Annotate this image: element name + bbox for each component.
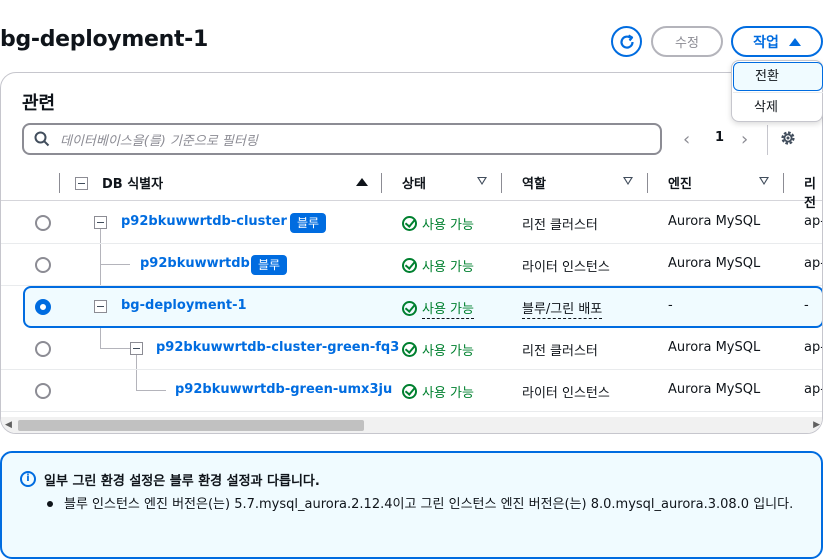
panel-title: 관련 bbox=[22, 93, 56, 114]
check-circle-icon bbox=[402, 216, 417, 231]
alert-title: 일부 그린 환경 설정은 블루 환경 설정과 다릅니다. bbox=[44, 474, 320, 489]
status-available: 사용 가능 bbox=[402, 298, 474, 319]
filter-icon[interactable] bbox=[623, 177, 633, 185]
table-row[interactable]: p92bkuwwrtdb-green-umx3ju 사용 가능 라이터 인스턴스… bbox=[1, 370, 823, 412]
role-cell: 리전 클러스터 bbox=[522, 344, 598, 359]
filter-placeholder: 데이터베이스을(를) 기준으로 필터링 bbox=[60, 133, 258, 149]
role-cell: 라이터 인스턴스 bbox=[522, 260, 610, 275]
scroll-left-arrow-icon[interactable]: ◀ bbox=[5, 420, 12, 430]
engine-cell: Aurora MySQL bbox=[668, 340, 761, 355]
role-cell: 리전 클러스터 bbox=[522, 218, 598, 233]
scroll-right-arrow-icon[interactable]: ▶ bbox=[813, 420, 820, 430]
collapse-icon[interactable] bbox=[94, 300, 107, 313]
search-icon bbox=[34, 131, 50, 147]
engine-cell: Aurora MySQL bbox=[668, 256, 761, 271]
filter-icon[interactable] bbox=[759, 177, 769, 185]
related-panel: 관련 데이터베이스을(를) 기준으로 필터링 ‹ 1 › DB 식별자 상태 역… bbox=[0, 72, 823, 434]
region-cell: ap- bbox=[804, 340, 823, 355]
table-row[interactable]: p92bkuwwrtdb-cluster-green-fq3 사용 가능 리전 … bbox=[1, 328, 823, 370]
status-available: 사용 가능 bbox=[402, 214, 474, 233]
refresh-icon bbox=[619, 34, 634, 49]
db-id-link[interactable]: p92bkuwwrtdb-green-umx3ju bbox=[175, 382, 392, 397]
role-cell: 블루/그린 배포 bbox=[522, 302, 603, 319]
blue-badge: 블루 bbox=[290, 213, 327, 233]
status-available: 사용 가능 bbox=[402, 382, 474, 401]
chevron-left-icon[interactable]: ‹ bbox=[683, 129, 690, 150]
refresh-button[interactable] bbox=[611, 26, 642, 57]
check-circle-icon bbox=[402, 258, 417, 273]
pager-divider bbox=[767, 125, 768, 155]
column-divider bbox=[647, 173, 648, 193]
status-available: 사용 가능 bbox=[402, 340, 474, 359]
table-row[interactable]: p92bkuwwrtdb 블루 사용 가능 라이터 인스턴스 Aurora My… bbox=[1, 244, 823, 286]
role-cell: 라이터 인스턴스 bbox=[522, 386, 610, 401]
collapse-all-icon[interactable] bbox=[75, 177, 88, 190]
caret-up-icon bbox=[788, 37, 801, 46]
actions-dropdown: 전환 삭제 bbox=[731, 60, 823, 122]
column-db-id[interactable]: DB 식별자 bbox=[102, 173, 163, 192]
sort-ascending-icon[interactable] bbox=[356, 178, 368, 186]
column-divider bbox=[783, 173, 784, 193]
row-radio[interactable] bbox=[35, 215, 51, 231]
engine-cell: Aurora MySQL bbox=[668, 382, 761, 397]
gear-icon bbox=[781, 131, 795, 145]
column-role[interactable]: 역할 bbox=[522, 173, 546, 192]
chevron-right-icon[interactable]: › bbox=[741, 129, 748, 150]
row-radio[interactable] bbox=[35, 383, 51, 399]
db-id-link[interactable]: p92bkuwwrtdb-cluster bbox=[121, 214, 287, 229]
db-id-link[interactable]: bg-deployment-1 bbox=[121, 298, 247, 313]
info-alert: i 일부 그린 환경 설정은 블루 환경 설정과 다릅니다. 블루 인스턴스 엔… bbox=[0, 451, 823, 559]
table-header: DB 식별자 상태 역할 엔진 리전 bbox=[1, 165, 822, 211]
column-divider bbox=[59, 173, 60, 193]
db-id-link[interactable]: p92bkuwwrtdb-cluster-green-fq3 bbox=[156, 340, 399, 355]
region-cell: ap- bbox=[804, 256, 823, 271]
info-icon: i bbox=[20, 471, 36, 487]
table-row[interactable]: p92bkuwwrtdb-cluster 블루 사용 가능 리전 클러스터 Au… bbox=[1, 202, 823, 244]
region-cell: ap- bbox=[804, 382, 823, 397]
edit-button[interactable]: 수정 bbox=[651, 26, 723, 57]
page-number[interactable]: 1 bbox=[715, 130, 724, 145]
settings-button[interactable] bbox=[779, 129, 797, 151]
bullet bbox=[47, 501, 53, 507]
actions-button[interactable]: 작업 bbox=[731, 26, 823, 57]
engine-cell: Aurora MySQL bbox=[668, 214, 761, 229]
collapse-icon[interactable] bbox=[130, 342, 143, 355]
check-circle-icon bbox=[402, 384, 417, 399]
menu-item-switchover[interactable]: 전환 bbox=[733, 62, 823, 91]
column-engine[interactable]: 엔진 bbox=[668, 173, 692, 192]
collapse-icon[interactable] bbox=[94, 216, 107, 229]
status-available: 사용 가능 bbox=[402, 256, 474, 275]
check-circle-icon bbox=[402, 301, 417, 316]
region-cell: ap- bbox=[804, 214, 823, 229]
blue-badge: 블루 bbox=[251, 255, 288, 275]
page-title: bg-deployment-1 bbox=[0, 27, 209, 52]
table-row-selected[interactable]: bg-deployment-1 사용 가능 블루/그린 배포 - - bbox=[23, 286, 822, 328]
actions-button-label: 작업 bbox=[753, 34, 779, 51]
db-id-link[interactable]: p92bkuwwrtdb bbox=[140, 256, 250, 271]
column-divider bbox=[501, 173, 502, 193]
row-radio[interactable] bbox=[35, 341, 51, 357]
row-radio-selected[interactable] bbox=[35, 299, 51, 315]
engine-cell: - bbox=[668, 298, 673, 313]
alert-body: 블루 인스턴스 엔진 버전은(는) 5.7.mysql_aurora.2.12.… bbox=[64, 497, 794, 512]
filter-input[interactable]: 데이터베이스을(를) 기준으로 필터링 bbox=[22, 123, 662, 155]
column-divider bbox=[381, 173, 382, 193]
column-status[interactable]: 상태 bbox=[402, 173, 426, 192]
menu-item-delete[interactable]: 삭제 bbox=[733, 92, 823, 121]
horizontal-scrollbar[interactable]: ◀ ▶ bbox=[1, 417, 822, 433]
check-circle-icon bbox=[402, 342, 417, 357]
region-cell: - bbox=[804, 298, 809, 313]
row-radio[interactable] bbox=[35, 257, 51, 273]
scrollbar-thumb[interactable] bbox=[18, 420, 364, 431]
filter-icon[interactable] bbox=[477, 177, 487, 185]
